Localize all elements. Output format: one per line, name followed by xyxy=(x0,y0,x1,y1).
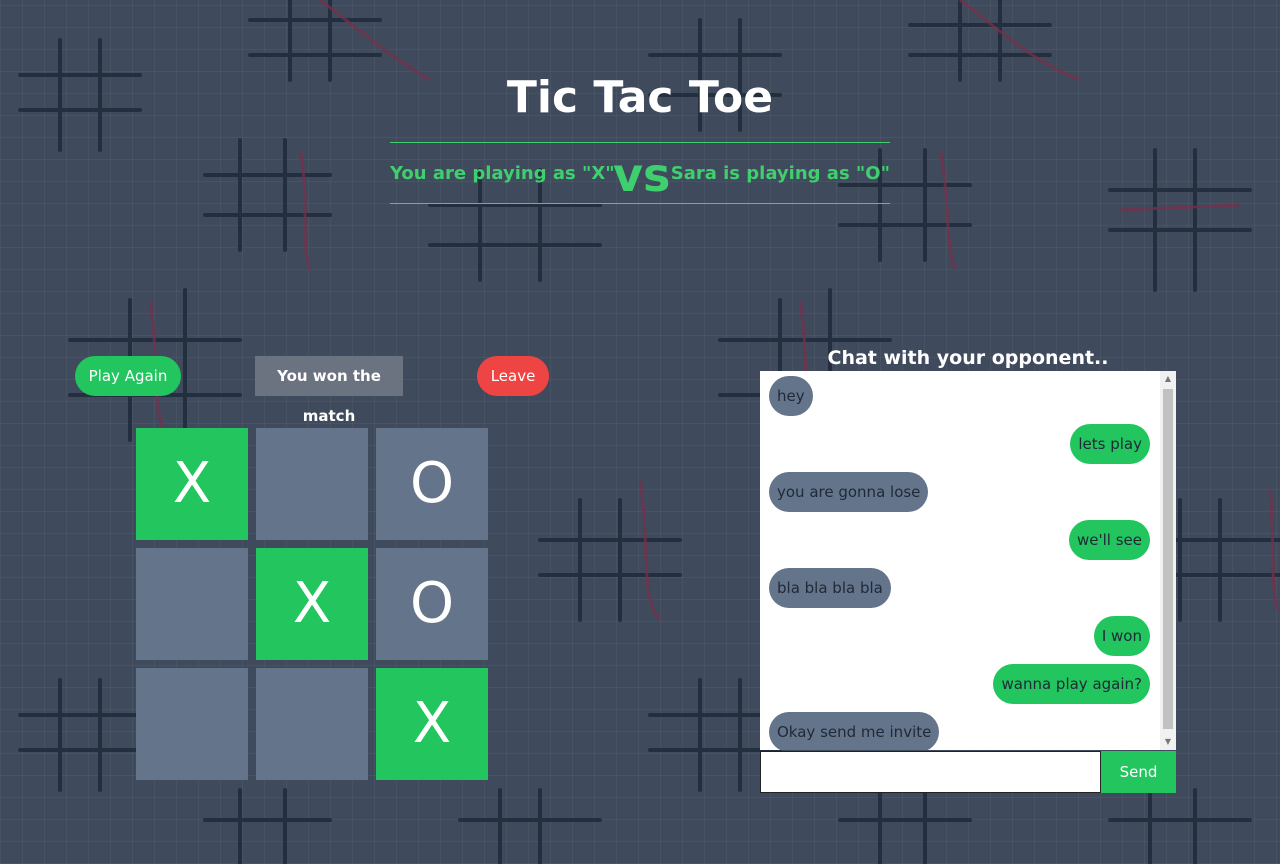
board-cell-8[interactable] xyxy=(256,668,368,780)
board-cell-4[interactable] xyxy=(136,548,248,660)
play-again-button[interactable]: Play Again xyxy=(75,356,181,396)
game-board: X O X O X xyxy=(136,428,488,780)
chat-message: lets play xyxy=(1070,424,1150,464)
player-opponent-label: Sara is playing as "O" xyxy=(670,163,890,184)
chat-message: wanna play again? xyxy=(993,664,1150,704)
scroll-down-icon[interactable]: ▼ xyxy=(1160,734,1176,750)
chat-messages[interactable]: hey lets play you are gonna lose we'll s… xyxy=(760,371,1176,750)
chat-message: I won xyxy=(1093,616,1150,656)
board-cell-9[interactable]: X xyxy=(376,668,488,780)
vs-label: vs xyxy=(613,148,671,202)
status-badge: You won the match xyxy=(255,356,403,425)
send-button[interactable]: Send xyxy=(1101,751,1176,793)
chat-message: bla bla bla bla xyxy=(769,568,891,608)
chat-title: Chat with your opponent.. xyxy=(827,347,1109,369)
chat-message: Okay send me invite xyxy=(769,712,940,750)
leave-button[interactable]: Leave xyxy=(477,356,549,396)
board-cell-1[interactable]: X xyxy=(136,428,248,540)
page-title: Tic Tac Toe xyxy=(506,72,774,123)
chat-message: you are gonna lose xyxy=(769,472,929,512)
board-cell-3[interactable]: O xyxy=(376,428,488,540)
board-cell-6[interactable]: O xyxy=(376,548,488,660)
board-cell-5[interactable]: X xyxy=(256,548,368,660)
players-banner: You are playing as "X" vs Sara is playin… xyxy=(390,142,890,204)
chat-message: we'll see xyxy=(1069,520,1150,560)
scroll-thumb[interactable] xyxy=(1163,389,1173,729)
chat-message: hey xyxy=(769,376,813,416)
board-cell-2[interactable] xyxy=(256,428,368,540)
board-cell-7[interactable] xyxy=(136,668,248,780)
scroll-up-icon[interactable]: ▲ xyxy=(1160,371,1176,387)
chat-input[interactable] xyxy=(760,751,1101,793)
chat-scrollbar[interactable]: ▲ ▼ xyxy=(1160,371,1176,750)
player-you-label: You are playing as "X" xyxy=(390,163,615,184)
